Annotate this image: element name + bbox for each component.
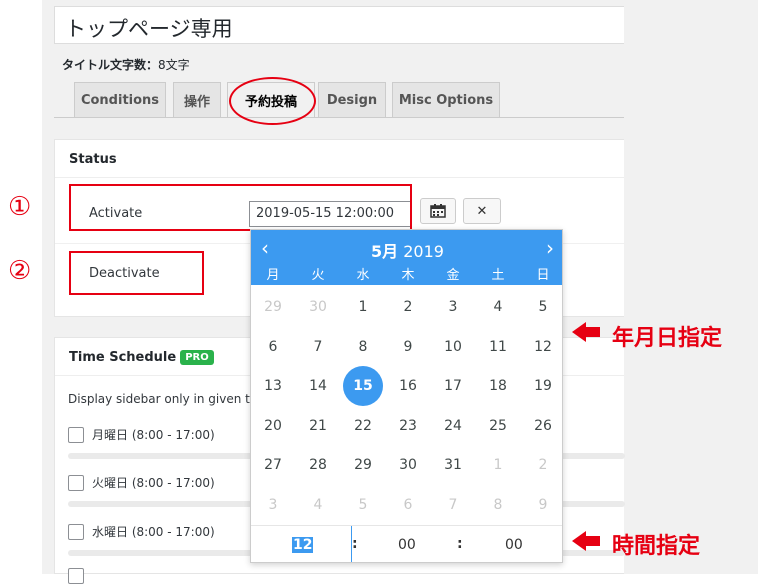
time-annotation: 時間指定 <box>612 534 701 559</box>
calendar-day[interactable]: 12 <box>523 327 562 367</box>
calendar-day[interactable]: 9 <box>523 485 562 525</box>
calendar-day[interactable]: 2 <box>523 445 562 485</box>
marker-one: ① <box>8 192 32 222</box>
calendar-day[interactable]: 25 <box>478 406 518 446</box>
calendar-title: 5月 2019 <box>251 238 562 262</box>
calendar-header: ‹ › 5月 2019 月火水木金土日 <box>251 230 562 285</box>
highlight-tab-ellipse <box>229 77 316 125</box>
calendar-day[interactable]: 4 <box>478 287 518 327</box>
calendar-year[interactable]: 2019 <box>403 242 444 261</box>
calendar-day[interactable]: 3 <box>253 485 293 525</box>
checkbox-partial[interactable] <box>68 568 84 584</box>
weekday-label: 土 <box>491 268 505 283</box>
date-annotation: 年月日指定 <box>612 326 723 351</box>
calendar-icon <box>430 204 446 218</box>
highlight-deactivate-box <box>69 251 204 295</box>
close-icon: ✕ <box>476 203 488 219</box>
calendar-day[interactable]: 27 <box>253 445 293 485</box>
marker-two: ② <box>8 256 32 286</box>
time-schedule-title: Time Schedule <box>69 350 177 365</box>
title-count-value: 8文字 <box>158 58 190 72</box>
status-box-title: Status <box>55 140 624 178</box>
tab-operation[interactable]: 操作 <box>173 82 221 118</box>
calendar-month[interactable]: 5月 <box>371 242 398 261</box>
calendar-day[interactable]: 3 <box>433 287 473 327</box>
minute-input[interactable]: 00 <box>398 537 416 553</box>
calendar-day[interactable]: 10 <box>433 327 473 367</box>
clear-date-button[interactable]: ✕ <box>463 198 501 224</box>
weekday-label: 金 <box>446 268 460 283</box>
calendar-day[interactable]: 29 <box>253 287 293 327</box>
weekday-label: 火 <box>311 268 325 283</box>
weekday-row: 月火水木金土日 <box>251 264 562 283</box>
calendar-day[interactable]: 6 <box>388 485 428 525</box>
day-row-monday: 月曜日 (8:00 - 17:00) <box>68 426 215 443</box>
day-row-tuesday: 火曜日 (8:00 - 17:00) <box>68 474 215 491</box>
weekday-label: 水 <box>356 268 370 283</box>
highlight-activate-box <box>69 184 412 231</box>
calendar-day[interactable]: 13 <box>253 366 293 406</box>
pro-badge: PRO <box>180 350 214 365</box>
hour-input[interactable]: 12 <box>292 537 314 553</box>
checkbox-monday[interactable] <box>68 426 84 443</box>
calendar-day[interactable]: 6 <box>253 327 293 367</box>
time-separator: : <box>352 536 358 552</box>
calendar-day[interactable]: 26 <box>523 406 562 446</box>
calendar-day[interactable]: 18 <box>478 366 518 406</box>
post-title-input[interactable]: トップページ専用 <box>54 6 624 44</box>
checkbox-tuesday[interactable] <box>68 474 84 491</box>
calendar-day[interactable]: 30 <box>388 445 428 485</box>
calendar-day[interactable]: 14 <box>298 366 338 406</box>
day-label-monday: 月曜日 (8:00 - 17:00) <box>92 428 215 442</box>
calendar-day[interactable]: 30 <box>298 287 338 327</box>
tab-conditions[interactable]: Conditions <box>74 82 166 118</box>
arrow-left-icon <box>572 531 600 551</box>
checkbox-wednesday[interactable] <box>68 523 84 540</box>
calendar-day[interactable]: 31 <box>433 445 473 485</box>
weekday-label: 日 <box>536 268 550 283</box>
calendar-day[interactable]: 17 <box>433 366 473 406</box>
title-char-count: タイトル文字数：8文字 <box>62 56 190 73</box>
schedule-description: Display sidebar only in given tir <box>68 392 259 406</box>
date-picker-popup: ‹ › 5月 2019 月火水木金土日 29 30 1 2 3 4 5 6 7 8 9 10 11 12 1… <box>250 229 563 563</box>
calendar-day[interactable]: 20 <box>253 406 293 446</box>
time-picker: 12 : 00 : 00 <box>251 525 562 562</box>
weekday-label: 木 <box>401 268 415 283</box>
calendar-day[interactable]: 1 <box>478 445 518 485</box>
calendar-day[interactable]: 23 <box>388 406 428 446</box>
day-label-tuesday: 火曜日 (8:00 - 17:00) <box>92 476 215 490</box>
calendar-day[interactable]: 11 <box>478 327 518 367</box>
calendar-day[interactable]: 5 <box>343 485 383 525</box>
day-row-wednesday: 水曜日 (8:00 - 17:00) <box>68 523 215 540</box>
day-row-partial <box>68 568 92 584</box>
calendar-day[interactable]: 24 <box>433 406 473 446</box>
calendar-day[interactable]: 1 <box>343 287 383 327</box>
calendar-button[interactable] <box>420 198 456 224</box>
calendar-day[interactable]: 7 <box>298 327 338 367</box>
calendar-day-selected[interactable]: 15 <box>343 366 383 406</box>
tabs-divider <box>54 117 624 118</box>
calendar-day[interactable]: 9 <box>388 327 428 367</box>
day-label-wednesday: 水曜日 (8:00 - 17:00) <box>92 525 215 539</box>
calendar-day[interactable]: 16 <box>388 366 428 406</box>
calendar-day[interactable]: 22 <box>343 406 383 446</box>
calendar-day[interactable]: 8 <box>478 485 518 525</box>
time-separator: : <box>457 536 463 552</box>
calendar-day[interactable]: 8 <box>343 327 383 367</box>
tab-design[interactable]: Design <box>318 82 386 118</box>
calendar-day[interactable]: 28 <box>298 445 338 485</box>
calendar-day[interactable]: 7 <box>433 485 473 525</box>
title-count-label: タイトル文字数： <box>62 58 159 72</box>
tab-misc-options[interactable]: Misc Options <box>392 82 500 118</box>
calendar-day[interactable]: 5 <box>523 287 562 327</box>
calendar-day[interactable]: 2 <box>388 287 428 327</box>
arrow-left-icon <box>572 322 600 342</box>
calendar-day[interactable]: 19 <box>523 366 562 406</box>
calendar-day[interactable]: 4 <box>298 485 338 525</box>
calendar-day[interactable]: 21 <box>298 406 338 446</box>
weekday-label: 月 <box>266 268 280 283</box>
second-input[interactable]: 00 <box>505 537 523 553</box>
calendar-day[interactable]: 29 <box>343 445 383 485</box>
